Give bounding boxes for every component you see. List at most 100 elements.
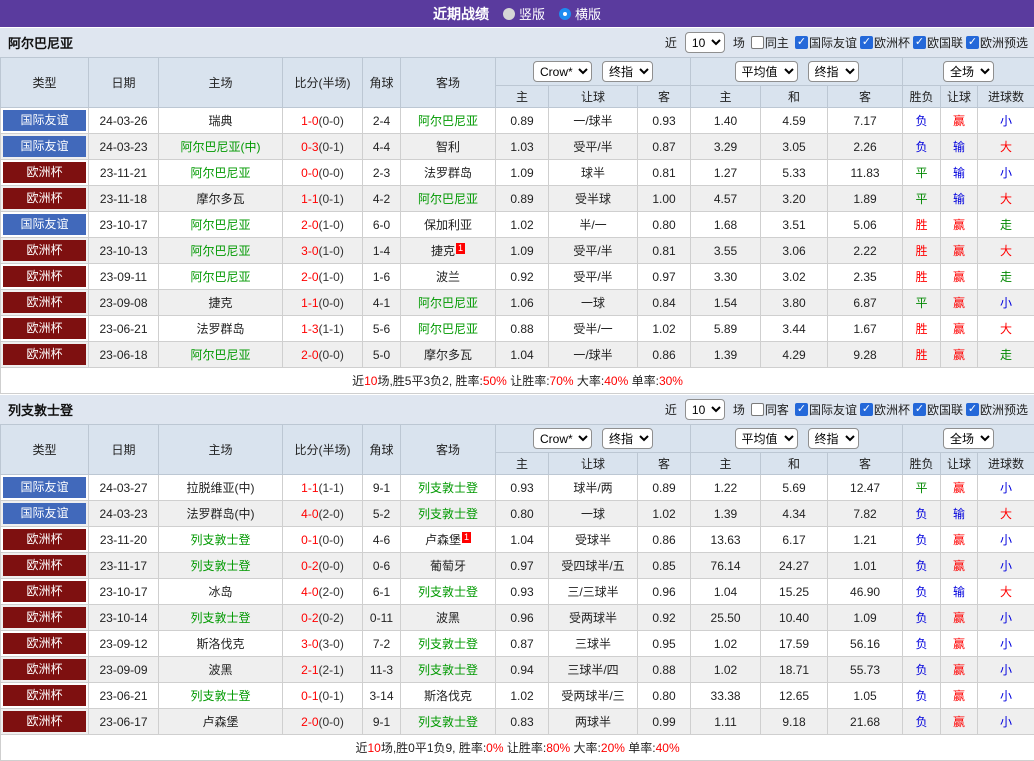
home-team: 法罗群岛(中)	[159, 501, 283, 527]
checkbox-checked-icon[interactable]: ✓	[860, 36, 873, 49]
match-type-badge: 欧洲杯	[3, 529, 86, 550]
col-goals: 进球数	[978, 86, 1034, 108]
checkbox-checked-icon[interactable]: ✓	[860, 403, 873, 416]
checkbox-unchecked-icon[interactable]	[751, 36, 764, 49]
checkbox-unchecked-icon[interactable]	[751, 403, 764, 416]
checkbox-checked-icon[interactable]: ✓	[966, 36, 979, 49]
result-goals: 走	[978, 264, 1034, 290]
match-row: 欧洲杯 23-06-21 列支敦士登 0-1(0-1) 3-14 斯洛伐克 1.…	[1, 683, 1034, 709]
final-odds-select[interactable]: 终指	[602, 61, 653, 82]
layout-radio-horizontal[interactable]: 横版	[559, 4, 601, 23]
home-team: 阿尔巴尼亚(中)	[159, 134, 283, 160]
match-date: 23-11-20	[89, 527, 159, 553]
odds-handicap: 受平/半	[549, 134, 638, 160]
matches-label: 场	[733, 401, 745, 418]
league-filter[interactable]: ✓欧洲预选	[966, 34, 1028, 51]
result-wdl: 胜	[903, 238, 941, 264]
corners: 2-4	[363, 108, 401, 134]
league-filter[interactable]: ✓欧国联	[913, 401, 963, 418]
result-goals: 大	[978, 579, 1034, 605]
odds-handicap: 受两球半	[549, 605, 638, 631]
league-filter[interactable]: ✓国际友谊	[795, 34, 857, 51]
score: 0-0(0-0)	[283, 160, 363, 186]
result-goals: 大	[978, 238, 1034, 264]
score: 0-2(0-0)	[283, 553, 363, 579]
final-odds-select[interactable]: 终指	[602, 428, 653, 449]
average-selects-cell: 平均值 终指	[691, 425, 903, 453]
avg-draw: 3.20	[761, 186, 828, 212]
result-handicap: 赢	[941, 683, 978, 709]
corners: 1-6	[363, 264, 401, 290]
avg-away: 46.90	[828, 579, 903, 605]
checkbox-checked-icon[interactable]: ✓	[795, 403, 808, 416]
home-team-name: 阿尔巴尼亚(中)	[181, 140, 261, 154]
score-fulltime: 2-0	[301, 218, 318, 232]
score-fulltime: 2-0	[301, 270, 318, 284]
summary-row: 近10场,胜5平3负2, 胜率:50% 让胜率:70% 大率:40% 单率:30…	[1, 368, 1034, 394]
league-filter[interactable]: ✓欧洲杯	[860, 34, 910, 51]
fulltime-select[interactable]: 全场	[943, 61, 994, 82]
average-selects-cell: 平均值 终指	[691, 58, 903, 86]
league-filter[interactable]: ✓国际友谊	[795, 401, 857, 418]
match-type-cell: 欧洲杯	[1, 605, 89, 631]
score-fulltime: 2-0	[301, 715, 318, 729]
average-select[interactable]: 平均值	[735, 428, 798, 449]
radio-unselected-icon[interactable]	[503, 8, 515, 20]
match-type-badge: 欧洲杯	[3, 711, 86, 732]
checkbox-checked-icon[interactable]: ✓	[913, 36, 926, 49]
matches-table: 类型 日期 主场 比分(半场) 角球 客场 Crow* 终指	[0, 424, 1034, 761]
match-date: 23-09-12	[89, 631, 159, 657]
corners: 4-1	[363, 290, 401, 316]
result-goals: 小	[978, 709, 1034, 735]
avg-draw: 4.29	[761, 342, 828, 368]
odds-handicap: 受球半	[549, 527, 638, 553]
away-team-name: 列支敦士登	[418, 585, 478, 599]
away-team-name: 列支敦士登	[418, 715, 478, 729]
checkbox-checked-icon[interactable]: ✓	[966, 403, 979, 416]
average-final-select[interactable]: 终指	[808, 61, 859, 82]
corners: 7-2	[363, 631, 401, 657]
same-side-filter[interactable]: 同主	[751, 34, 789, 51]
bookmaker-select[interactable]: Crow*	[533, 428, 592, 449]
avg-away: 2.35	[828, 264, 903, 290]
score-halftime: (0-0)	[319, 166, 344, 180]
bookmaker-select[interactable]: Crow*	[533, 61, 592, 82]
score-halftime: (1-0)	[319, 218, 344, 232]
score: 1-1(0-1)	[283, 186, 363, 212]
checkbox-checked-icon[interactable]: ✓	[913, 403, 926, 416]
result-goals: 小	[978, 553, 1034, 579]
corners: 0-11	[363, 605, 401, 631]
match-count-select[interactable]: 10	[685, 399, 725, 420]
layout-radio-vertical[interactable]: 竖版	[503, 4, 545, 23]
red-card-badge: 1	[456, 243, 465, 254]
avg-away: 1.09	[828, 605, 903, 631]
match-count-select[interactable]: 10	[685, 32, 725, 53]
league-filter-label: 国际友谊	[809, 401, 857, 418]
checkbox-checked-icon[interactable]: ✓	[795, 36, 808, 49]
league-filter[interactable]: ✓欧洲杯	[860, 401, 910, 418]
match-date: 23-06-18	[89, 342, 159, 368]
away-team-name: 阿尔巴尼亚	[418, 322, 478, 336]
match-row: 国际友谊 24-03-27 拉脱维亚(中) 1-1(1-1) 9-1 列支敦士登…	[1, 475, 1034, 501]
league-filter[interactable]: ✓欧洲预选	[966, 401, 1028, 418]
home-team: 冰岛	[159, 579, 283, 605]
fulltime-select[interactable]: 全场	[943, 428, 994, 449]
away-team-name: 葡萄牙	[430, 559, 466, 573]
home-team: 列支敦士登	[159, 553, 283, 579]
odds-home: 1.03	[496, 134, 549, 160]
summary-segment: 40%	[656, 741, 680, 755]
away-team-name: 阿尔巴尼亚	[418, 114, 478, 128]
radio-selected-icon[interactable]	[559, 8, 571, 20]
match-type-cell: 欧洲杯	[1, 709, 89, 735]
average-final-select[interactable]: 终指	[808, 428, 859, 449]
match-type-cell: 欧洲杯	[1, 553, 89, 579]
average-select[interactable]: 平均值	[735, 61, 798, 82]
odds-home: 0.93	[496, 579, 549, 605]
odds-away: 0.85	[638, 553, 691, 579]
league-filter[interactable]: ✓欧国联	[913, 34, 963, 51]
match-type-badge: 欧洲杯	[3, 633, 86, 654]
same-side-filter[interactable]: 同客	[751, 401, 789, 418]
score-fulltime: 4-0	[301, 507, 318, 521]
corners: 4-4	[363, 134, 401, 160]
odds-handicap: 三球半	[549, 631, 638, 657]
